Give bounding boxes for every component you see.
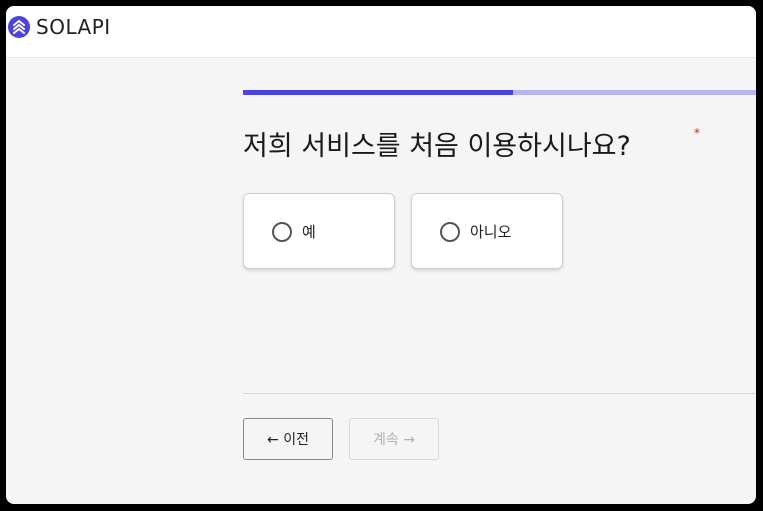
continue-button[interactable]: 계속 →: [349, 418, 439, 460]
radio-button-no[interactable]: [440, 222, 460, 242]
brand-logo[interactable]: SOLAPI: [8, 15, 111, 39]
previous-button[interactable]: ← 이전: [243, 418, 333, 460]
radio-button-yes[interactable]: [272, 222, 292, 242]
survey-window: SOLAPI 저희 서비스를 처음 이용하시나요? * 예 아니오 ← 이전 계…: [6, 6, 756, 504]
brand-name: SOLAPI: [36, 15, 111, 39]
progress-fill: [243, 90, 514, 95]
top-bar: SOLAPI: [6, 6, 756, 58]
question-title: 저희 서비스를 처음 이용하시나요?: [243, 131, 631, 162]
progress-bar: [243, 90, 756, 95]
option-no[interactable]: 아니오: [411, 193, 563, 269]
option-yes-label: 예: [302, 223, 316, 241]
required-marker: *: [694, 126, 700, 140]
option-no-label: 아니오: [470, 223, 512, 241]
option-yes[interactable]: 예: [243, 193, 395, 269]
solapi-logo-icon: [8, 16, 30, 38]
footer-divider: [243, 393, 756, 394]
